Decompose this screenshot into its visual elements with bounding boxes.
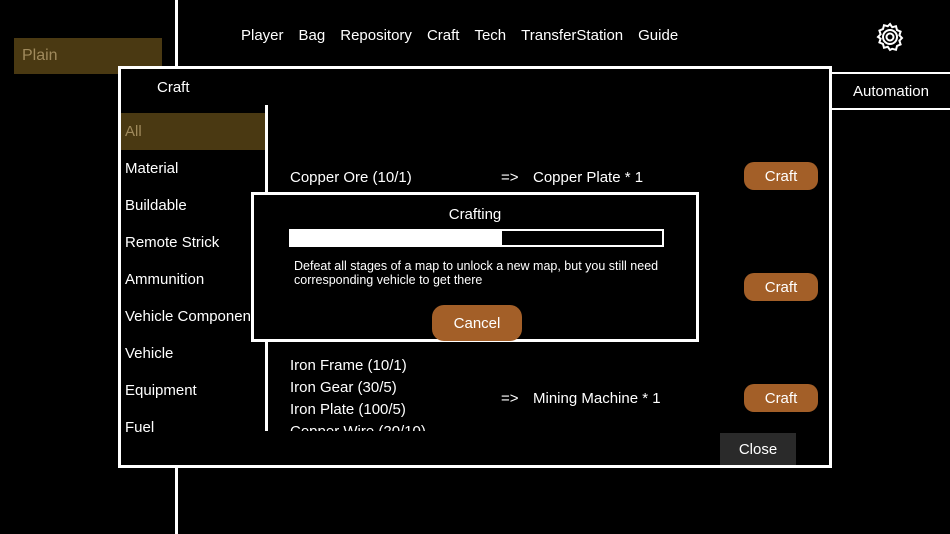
crafting-progress-bar xyxy=(289,229,664,247)
category-list: All Material Buildable Remote Strick Amm… xyxy=(121,113,266,446)
nav-bag[interactable]: Bag xyxy=(299,27,326,45)
recipe-result: Copper Plate * 1 xyxy=(533,169,644,186)
ingredient: Copper Ore (10/1) xyxy=(290,169,412,186)
nav-player[interactable]: Player xyxy=(241,27,284,45)
arrow: => xyxy=(501,169,519,186)
category-equipment[interactable]: Equipment xyxy=(121,372,265,409)
category-fuel[interactable]: Fuel xyxy=(121,409,265,446)
panel-title: Craft xyxy=(157,79,190,96)
ingredient: Iron Plate (100/5) xyxy=(290,401,406,418)
category-remote-strick[interactable]: Remote Strick xyxy=(121,224,265,261)
progress-fill xyxy=(291,231,503,245)
craft-button[interactable]: Craft xyxy=(744,384,818,412)
dialog-title: Crafting xyxy=(448,206,502,223)
craft-button[interactable]: Craft xyxy=(744,273,818,301)
nav-transferstation[interactable]: TransferStation xyxy=(521,27,623,45)
category-all[interactable]: All xyxy=(121,113,265,150)
crafting-dialog: Crafting Defeat all stages of a map to u… xyxy=(251,192,699,342)
category-buildable[interactable]: Buildable xyxy=(121,187,265,224)
cancel-button[interactable]: Cancel xyxy=(432,305,522,341)
craft-button[interactable]: Craft xyxy=(744,162,818,190)
gear-icon[interactable] xyxy=(874,21,906,53)
nav-guide[interactable]: Guide xyxy=(638,27,678,45)
category-vehicle-component[interactable]: Vehicle Component xyxy=(121,298,265,335)
category-vehicle[interactable]: Vehicle xyxy=(121,335,265,372)
nav-repository[interactable]: Repository xyxy=(340,27,412,45)
arrow: => xyxy=(501,390,519,407)
dialog-message: Defeat all stages of a map to unlock a n… xyxy=(294,259,659,287)
top-nav: Player Bag Repository Craft Tech Transfe… xyxy=(241,27,693,45)
ingredient: Iron Frame (10/1) xyxy=(290,357,407,374)
ingredient: Copper Wire (20/10) xyxy=(290,423,426,431)
category-material[interactable]: Material xyxy=(121,150,265,187)
category-ammunition[interactable]: Ammunition xyxy=(121,261,265,298)
nav-tech[interactable]: Tech xyxy=(474,27,506,45)
automation-button[interactable]: Automation xyxy=(830,72,950,110)
close-button[interactable]: Close xyxy=(720,433,796,465)
recipe-result: Mining Machine * 1 xyxy=(533,390,661,407)
ingredient: Iron Gear (30/5) xyxy=(290,379,397,396)
nav-craft[interactable]: Craft xyxy=(427,27,460,45)
